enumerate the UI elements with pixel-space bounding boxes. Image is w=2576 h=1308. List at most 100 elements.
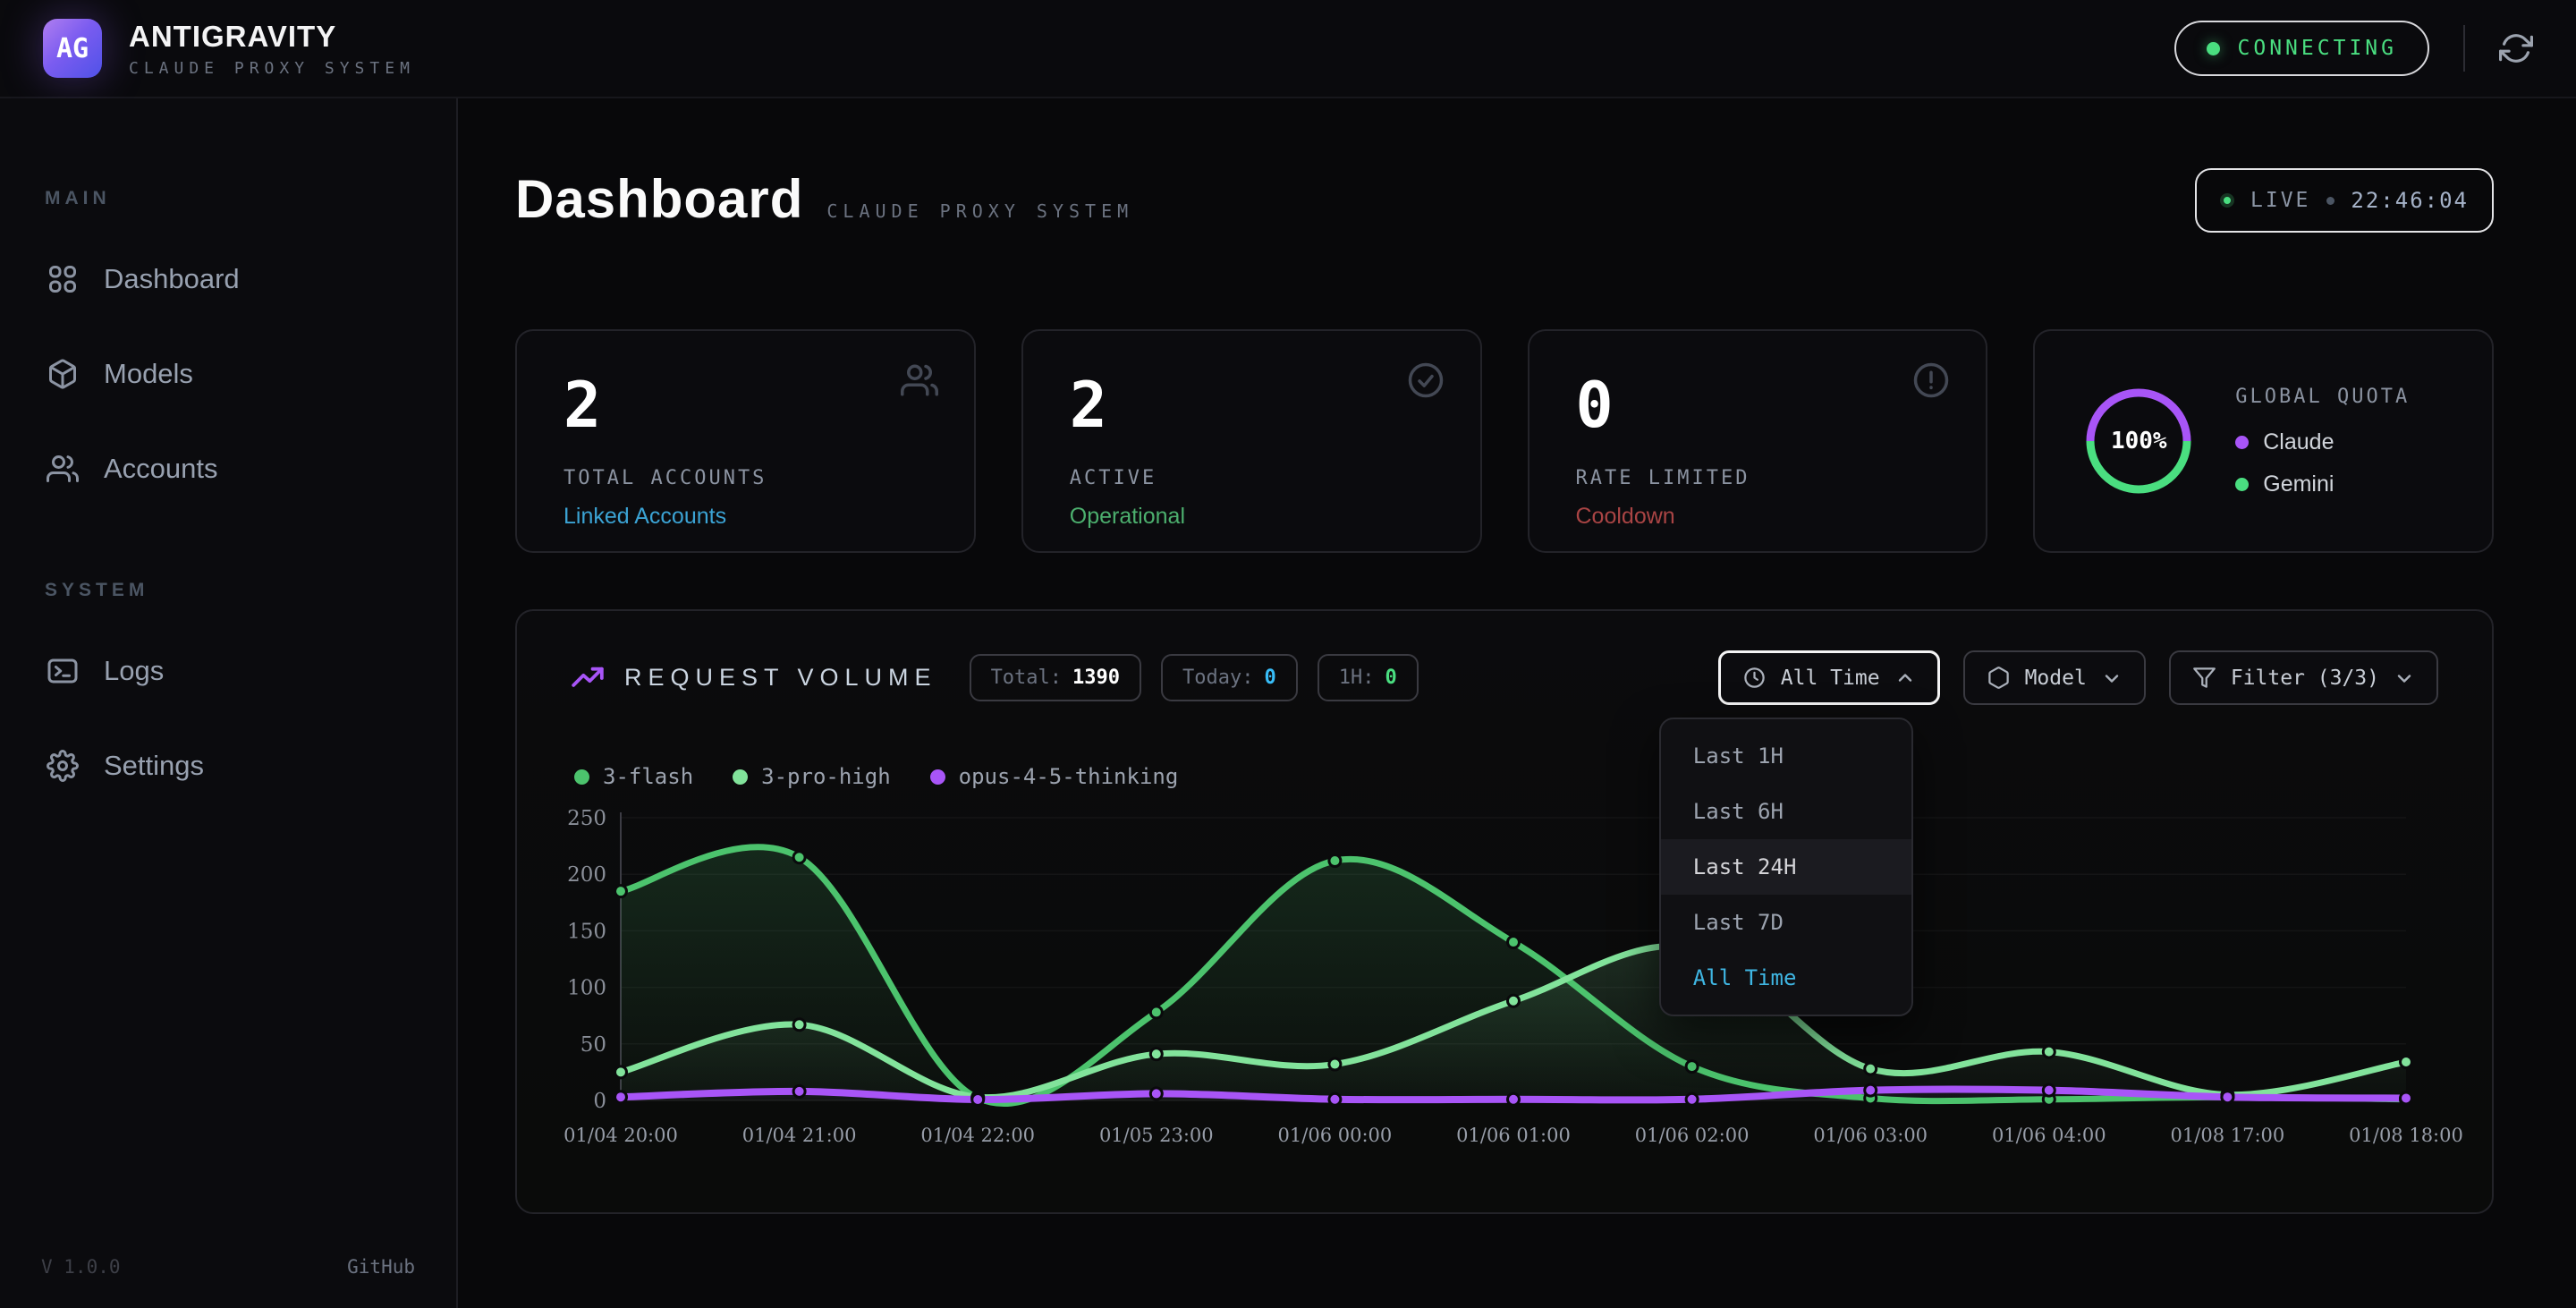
svg-text:01/06 04:00: 01/06 04:00 — [1992, 1125, 2106, 1146]
stat-sublabel: Operational — [1070, 504, 1434, 530]
brand-block: ANTIGRAVITY CLAUDE PROXY SYSTEM — [129, 20, 415, 78]
users-icon — [47, 453, 79, 485]
series-dot-icon — [574, 769, 589, 785]
stat-label: RATE LIMITED — [1576, 467, 1940, 489]
request-volume-chart: 05010015020025001/04 20:0001/04 21:0001/… — [571, 805, 2442, 1172]
check-circle-icon — [1407, 361, 1445, 399]
quota-percent: 100% — [2081, 384, 2196, 498]
app-logo: AG — [43, 19, 102, 78]
quota-legend-label: Gemini — [2263, 471, 2334, 497]
chevron-down-icon — [2394, 667, 2415, 689]
svg-text:50: 50 — [580, 1033, 606, 1057]
status-dot-icon — [2207, 42, 2220, 55]
stat-sublabel: Cooldown — [1576, 504, 1940, 530]
sidebar-item-label: Dashboard — [104, 263, 240, 295]
dropdown-item-last-1h[interactable]: Last 1H — [1661, 728, 1911, 784]
chip-label: 1H: — [1339, 667, 1375, 689]
sidebar-item-settings[interactable]: Settings — [41, 737, 415, 794]
svg-text:150: 150 — [567, 920, 606, 943]
dropdown-item-last-7d[interactable]: Last 7D — [1661, 895, 1911, 950]
svg-text:01/08 18:00: 01/08 18:00 — [2349, 1125, 2463, 1146]
request-volume-card: REQUEST VOLUME Total: 1390 Today: 0 1H: … — [515, 609, 2494, 1214]
chip-label: Total: — [991, 667, 1062, 689]
sidebar-item-accounts[interactable]: Accounts — [41, 440, 415, 497]
cube-icon — [1987, 666, 2011, 690]
stat-card-global-quota: 100% GLOBAL QUOTA Claude Gemini — [2033, 329, 2494, 553]
legend-label: 3-pro-high — [761, 764, 891, 789]
stat-label: ACTIVE — [1070, 467, 1434, 489]
cube-icon — [47, 358, 79, 390]
sidebar: MAIN Dashboard Models Accounts SYSTEM — [0, 98, 458, 1308]
live-label: LIVE — [2250, 189, 2310, 212]
legend-item-3-pro-high: 3-pro-high — [733, 764, 891, 789]
chip-value: 0 — [1385, 667, 1397, 689]
live-dot-icon — [2220, 193, 2234, 208]
gear-icon — [47, 750, 79, 782]
chip-today: Today: 0 — [1161, 654, 1298, 701]
app-subtitle: CLAUDE PROXY SYSTEM — [129, 59, 415, 78]
chevron-down-icon — [2101, 667, 2123, 689]
sidebar-item-dashboard[interactable]: Dashboard — [41, 251, 415, 308]
chip-value: 0 — [1265, 667, 1276, 689]
filter-button[interactable]: Filter (3/3) — [2169, 650, 2438, 705]
quota-label: GLOBAL QUOTA — [2235, 386, 2410, 408]
connection-status-badge: CONNECTING — [2174, 21, 2429, 76]
chip-label: Today: — [1182, 667, 1253, 689]
topbar-divider — [2463, 25, 2465, 72]
series-dot-icon — [733, 769, 748, 785]
chart-title: REQUEST VOLUME — [624, 664, 937, 692]
page-title: Dashboard — [515, 168, 803, 230]
users-icon — [901, 361, 938, 399]
chip-1h: 1H: 0 — [1318, 654, 1419, 701]
stat-label: TOTAL ACCOUNTS — [564, 467, 928, 489]
time-range-dropdown: Last 1H Last 6H Last 24H Last 7D All Tim… — [1659, 718, 1913, 1016]
stat-card-active: 2 ACTIVE Operational — [1021, 329, 1482, 553]
page-subtitle: CLAUDE PROXY SYSTEM — [826, 200, 1133, 222]
gemini-dot-icon — [2235, 478, 2249, 491]
svg-text:01/05 23:00: 01/05 23:00 — [1099, 1125, 1214, 1146]
stats-row: 2 TOTAL ACCOUNTS Linked Accounts 2 ACTIV… — [515, 329, 2494, 553]
stat-value: 2 — [1070, 374, 1434, 437]
time-range-label: All Time — [1781, 667, 1880, 690]
legend-label: 3-flash — [603, 764, 693, 789]
svg-text:0: 0 — [593, 1090, 606, 1113]
refresh-icon[interactable] — [2499, 31, 2533, 65]
live-clock: 22:46:04 — [2351, 188, 2469, 213]
separator-dot-icon — [2326, 197, 2334, 205]
legend-item-3-flash: 3-flash — [574, 764, 693, 789]
topbar: AG ANTIGRAVITY CLAUDE PROXY SYSTEM CONNE… — [0, 0, 2576, 98]
svg-text:01/06 00:00: 01/06 00:00 — [1278, 1125, 1393, 1146]
time-range-button[interactable]: All Time — [1718, 650, 1940, 705]
model-filter-button[interactable]: Model — [1963, 650, 2146, 705]
chart-header: REQUEST VOLUME Total: 1390 Today: 0 1H: … — [571, 650, 2438, 705]
live-status-badge: LIVE 22:46:04 — [2195, 168, 2494, 233]
sidebar-item-logs[interactable]: Logs — [41, 642, 415, 700]
dropdown-item-last-24h[interactable]: Last 24H — [1661, 839, 1911, 895]
dropdown-item-last-6h[interactable]: Last 6H — [1661, 784, 1911, 839]
quota-legend-gemini: Gemini — [2235, 471, 2410, 497]
filter-button-label: Filter (3/3) — [2231, 667, 2379, 690]
dropdown-item-all-time[interactable]: All Time — [1661, 950, 1911, 1006]
svg-text:01/08 17:00: 01/08 17:00 — [2171, 1125, 2285, 1146]
claude-dot-icon — [2235, 436, 2249, 449]
quota-legend-claude: Claude — [2235, 429, 2410, 455]
svg-text:01/04 21:00: 01/04 21:00 — [742, 1125, 857, 1146]
terminal-icon — [47, 655, 79, 687]
main-content: Dashboard CLAUDE PROXY SYSTEM LIVE 22:46… — [458, 98, 2576, 1308]
stat-sublabel: Linked Accounts — [564, 504, 928, 530]
clock-icon — [1742, 666, 1767, 690]
sidebar-item-label: Logs — [104, 655, 164, 687]
svg-text:200: 200 — [567, 863, 606, 887]
github-link[interactable]: GitHub — [347, 1256, 415, 1278]
funnel-icon — [2192, 666, 2216, 690]
stat-card-total-accounts: 2 TOTAL ACCOUNTS Linked Accounts — [515, 329, 976, 553]
legend-label: opus-4-5-thinking — [959, 764, 1179, 789]
svg-text:01/04 20:00: 01/04 20:00 — [564, 1125, 678, 1146]
model-button-label: Model — [2025, 667, 2087, 690]
sidebar-item-label: Accounts — [104, 453, 218, 485]
svg-text:01/04 22:00: 01/04 22:00 — [920, 1125, 1035, 1146]
chip-value: 1390 — [1072, 667, 1120, 689]
sidebar-item-models[interactable]: Models — [41, 345, 415, 403]
page-header: Dashboard CLAUDE PROXY SYSTEM LIVE 22:46… — [515, 168, 2494, 233]
svg-text:01/06 01:00: 01/06 01:00 — [1456, 1125, 1571, 1146]
